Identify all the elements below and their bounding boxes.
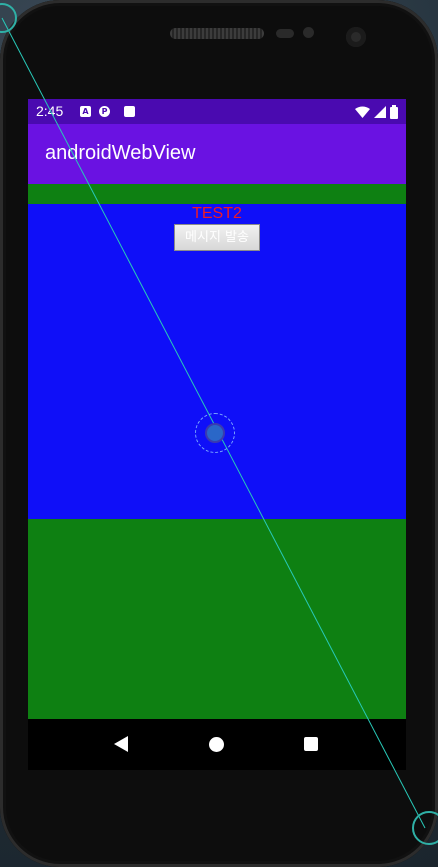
- battery-icon: [390, 104, 398, 119]
- app-bar: androidWebView: [28, 124, 406, 184]
- proximity-sensor: [276, 29, 294, 38]
- speaker-grille: [170, 28, 264, 39]
- recents-icon[interactable]: [304, 737, 318, 751]
- blue-content-area: TEST2 메시지 발송: [28, 204, 406, 519]
- home-icon[interactable]: [209, 737, 224, 752]
- navigation-bar: [28, 719, 406, 770]
- a-icon: A: [80, 106, 91, 117]
- light-sensor: [303, 27, 314, 38]
- p-icon: P: [99, 106, 110, 117]
- status-bar: 2:45 A P: [28, 99, 406, 124]
- wifi-icon: [355, 106, 370, 118]
- app-title: androidWebView: [45, 142, 196, 164]
- signal-icon: [374, 105, 386, 118]
- test-label: TEST2: [192, 205, 242, 222]
- back-icon[interactable]: [114, 736, 128, 752]
- system-status-icons: [355, 104, 398, 119]
- send-message-button[interactable]: 메시지 발송: [174, 224, 260, 251]
- sd-card-icon: [124, 106, 135, 117]
- touch-point-icon: [205, 423, 225, 443]
- front-camera-icon: [346, 27, 366, 47]
- status-time: 2:45: [36, 103, 64, 119]
